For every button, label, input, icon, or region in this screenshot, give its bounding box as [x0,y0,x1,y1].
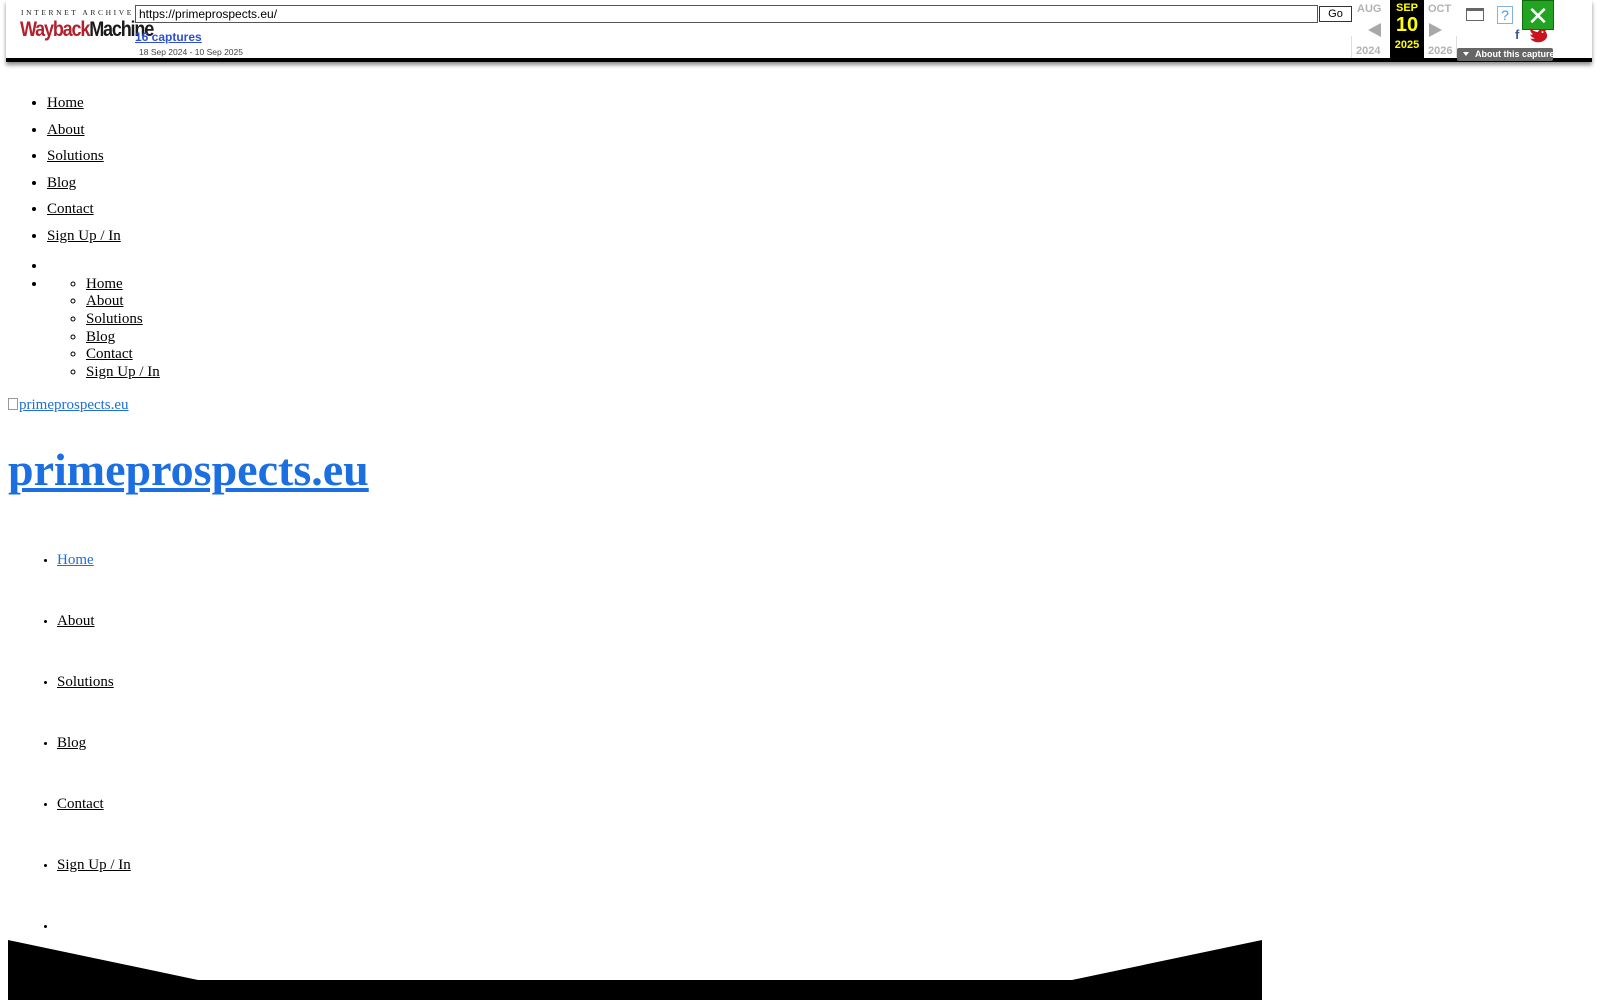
caret-down-icon [1463,52,1469,56]
next-year-label[interactable]: 2026 [1428,45,1452,57]
nav-item: Sign Up / In [47,223,121,250]
nav-item: Contact [57,792,131,853]
nav-item: Blog [47,170,121,197]
mobile-nav-link-blog[interactable]: Blog [86,329,115,345]
nav-link-home[interactable]: Home [47,95,84,111]
hero-banner-shape [8,940,1262,1000]
nav-link-blog[interactable]: Blog [47,175,76,191]
site-title-link[interactable]: primeprospects.eu [8,444,369,495]
nav-item: Contact [47,196,121,223]
prev-month-label[interactable]: AUG [1357,3,1381,15]
mobile-nav-link-contact[interactable]: Contact [86,346,133,362]
nav-item: Home [47,90,121,117]
nav-item: Home [86,276,160,294]
wayback-logo[interactable]: INTERNET ARCHIVE WaybackMachine [20,8,154,52]
main-nav-link-signup[interactable]: Sign Up / In [57,857,131,873]
captures-link[interactable]: 16 captures [135,30,202,44]
current-day-label: 10 [1395,14,1419,36]
window-icon[interactable] [1466,8,1484,21]
nav-item: Solutions [86,311,160,329]
nav-item-active: Home [57,548,131,609]
broken-image-icon [8,398,18,410]
nav-item: Solutions [57,670,131,731]
current-month-label: SEP [1395,2,1418,14]
nav-link-contact[interactable]: Contact [47,201,94,217]
nav-item: Blog [86,329,160,347]
current-year-label: 2025 [1394,39,1420,51]
empty-list-item [47,258,160,276]
site-title: primeprospects.eu [8,443,369,496]
mobile-nav-link-about[interactable]: About [86,293,124,309]
mobile-nav-submenu: Home About Solutions Blog Contact Sign U… [47,276,160,382]
logo-image-link[interactable]: primeprospects.eu [8,397,129,414]
current-capture-date: SEP 10 2025 [1390,0,1424,60]
wayback-machine-wordmark: WaybackMachine [20,18,154,41]
about-capture-button[interactable]: About this capture [1457,48,1555,61]
wayback-toolbar: INTERNET ARCHIVE WaybackMachine Go 16 ca… [6,0,1592,62]
main-nav-link-solutions[interactable]: Solutions [57,674,114,690]
mobile-nav-link-solutions[interactable]: Solutions [86,311,143,327]
capture-date-range: 18 Sep 2024 - 10 Sep 2025 [139,47,243,57]
prev-capture-arrow-icon[interactable] [1368,23,1381,37]
nav-link-signup[interactable]: Sign Up / In [47,228,121,244]
nav-item: About [47,117,121,144]
go-button[interactable]: Go [1319,6,1352,22]
main-nav-link-about[interactable]: About [57,613,95,629]
mobile-nav-link-home[interactable]: Home [86,276,123,292]
divider [1351,36,1352,58]
nav-submenu: Home About Solutions Blog Contact Sign U… [47,276,160,382]
internet-archive-label: INTERNET ARCHIVE [21,8,134,17]
nav-link-about[interactable]: About [47,122,85,138]
prev-year-label[interactable]: 2024 [1356,45,1380,57]
twitter-bird-icon[interactable] [1527,26,1549,46]
nav-item: About [86,293,160,311]
mobile-nav: Home About Solutions Blog Contact Sign U… [0,258,160,382]
nav-item: Sign Up / In [86,364,160,382]
primary-nav: Home About Solutions Blog Contact Sign U… [0,90,121,249]
nav-item: Sign Up / In [57,853,131,914]
nav-item: Solutions [47,143,121,170]
nav-item: Blog [57,731,131,792]
main-nav-link-blog[interactable]: Blog [57,735,86,751]
nav-link-solutions[interactable]: Solutions [47,148,104,164]
nav-item: Contact [86,346,160,364]
main-nav-link-contact[interactable]: Contact [57,796,104,812]
help-icon[interactable]: ? [1497,6,1513,24]
facebook-icon[interactable]: f [1515,27,1519,42]
logo-image-alt: primeprospects.eu [19,397,129,413]
mobile-nav-link-signup[interactable]: Sign Up / In [86,364,160,380]
wayback-url-input[interactable] [135,5,1318,23]
main-nav-link-home[interactable]: Home [57,552,94,568]
nav-item: About [57,609,131,670]
next-capture-arrow-icon[interactable] [1429,23,1442,37]
next-month-label[interactable]: OCT [1428,3,1451,15]
main-nav: Home About Solutions Blog Contact Sign U… [0,548,131,975]
